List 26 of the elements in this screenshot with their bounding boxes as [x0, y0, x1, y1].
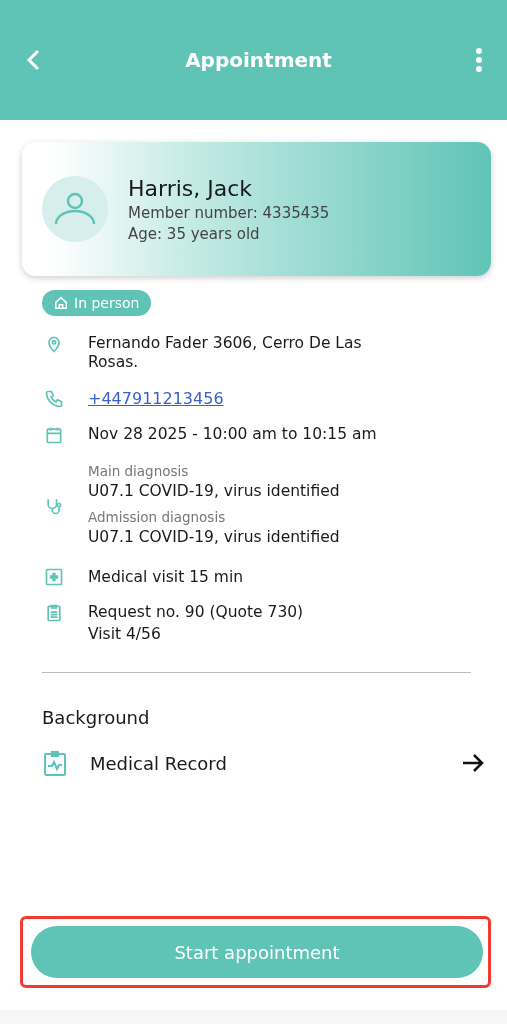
diagnosis-label: Admission diagnosis — [88, 509, 227, 526]
member-number: Member number: 4335435 — [128, 203, 330, 222]
diagnosis-label: Main diagnosis — [88, 462, 190, 480]
back-icon[interactable] — [26, 49, 42, 71]
home-icon — [54, 296, 68, 310]
section-heading: Background — [42, 707, 151, 728]
screen-title: Appointment — [185, 48, 332, 72]
phone-icon — [44, 388, 64, 409]
detail-text: Request no. 90 (Quote 730) — [88, 603, 304, 623]
detail-text: Medical visit 15 min — [88, 567, 244, 587]
detail-text: Nov 28 2025 - 10:00 am to 10:15 am — [88, 425, 377, 445]
visit-type-label: In person — [74, 295, 140, 311]
diagnosis-text: U07.1 COVID-19, virus identified — [88, 527, 340, 548]
more-options-icon[interactable] — [475, 47, 483, 73]
detail-text: Fernando Fader 3606, Cerro De Las Rosas. — [88, 334, 363, 373]
clipboard-pulse-icon — [44, 750, 66, 776]
medical-cross-icon — [44, 567, 64, 588]
arrow-right-icon[interactable] — [461, 753, 485, 773]
stethoscope-icon — [44, 496, 64, 516]
patient-age: Age: 35 years old — [128, 224, 261, 243]
detail-text: Visit 4/56 — [88, 624, 162, 644]
clipboard-icon — [44, 603, 64, 624]
patient-name: Harris, Jack — [128, 175, 254, 201]
diagnosis-text: U07.1 COVID-19, virus identified — [88, 481, 340, 501]
medical-record-link[interactable]: Medical Record — [90, 752, 437, 774]
phone-link[interactable]: +447911213456 — [88, 388, 224, 409]
